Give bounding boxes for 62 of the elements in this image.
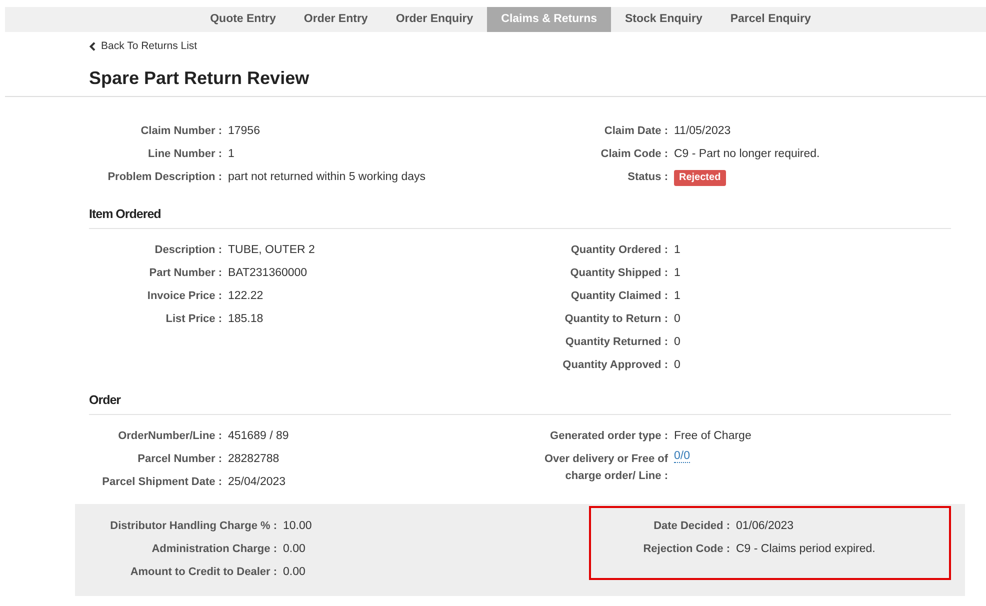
- field-value: C9 - Claims period expired.: [736, 543, 876, 556]
- field-label: Description :: [154, 243, 223, 258]
- field-value: 1: [674, 290, 680, 302]
- field-value: 25/04/2023: [228, 476, 286, 488]
- field-label: Claim Number :: [140, 124, 223, 140]
- field-value: 0.00: [283, 543, 306, 556]
- field-label: Part Number :: [148, 266, 223, 282]
- field-label: Quantity Ordered :: [570, 243, 669, 258]
- field-label: List Price :: [164, 312, 223, 328]
- field-label: Quantity to Return :: [564, 312, 669, 328]
- field-label: Over delivery or Free of charge order/ Line :: [544, 452, 669, 484]
- page-title: Spare Part Return Review: [89, 68, 310, 90]
- section-title: Item Ordered: [89, 201, 951, 230]
- field-label: Date Decided :: [652, 519, 731, 534]
- field-label: Generated order type :: [549, 429, 669, 444]
- value-link[interactable]: 0/0: [674, 450, 690, 464]
- field-label: Quantity Returned :: [564, 335, 669, 350]
- field-value: Free of Charge: [674, 430, 752, 442]
- field-label: Rejection Code :: [642, 542, 731, 558]
- field-value: 122.22: [228, 290, 264, 302]
- nav-tab[interactable]: Parcel Enquiry: [716, 7, 825, 32]
- field-label: Line Number :: [147, 147, 223, 162]
- field-value: part not returned within 5 working days: [228, 171, 426, 184]
- field-label: Claim Date :: [603, 124, 669, 140]
- section-title: Order: [89, 387, 951, 416]
- nav-tab[interactable]: Stock Enquiry: [611, 7, 716, 32]
- nav-tab[interactable]: Order Entry: [290, 7, 382, 32]
- field-label: Parcel Shipment Date :: [101, 475, 223, 490]
- field-value: 1: [674, 244, 680, 256]
- field-value: 0: [674, 359, 680, 372]
- field-label: OrderNumber/Line :: [117, 429, 223, 444]
- field-value: 10.00: [283, 520, 312, 532]
- field-value: 11/05/2023: [674, 125, 731, 138]
- field-value: 28282788: [228, 453, 280, 466]
- field-value: 1: [674, 267, 680, 280]
- field-value: 17956: [228, 125, 260, 138]
- field-value: TUBE, OUTER 2: [228, 244, 315, 256]
- field-value: 1: [228, 148, 234, 160]
- chevron-left-icon: [89, 42, 96, 52]
- field-label: Parcel Number :: [136, 452, 223, 468]
- field-value: C9 - Part no longer required.: [674, 148, 820, 160]
- field-label: Quantity Shipped :: [569, 266, 669, 282]
- field-value: 0: [674, 313, 680, 326]
- nav-tab[interactable]: Order Enquiry: [382, 7, 488, 32]
- field-label: Quantity Approved :: [562, 358, 669, 374]
- field-label: Administration Charge :: [150, 542, 278, 558]
- field-value: 185.18: [228, 313, 264, 326]
- field-value: BAT231360000: [228, 267, 308, 280]
- field-label: Distributor Handling Charge % :: [109, 519, 278, 534]
- status-badge: Rejected: [674, 170, 726, 186]
- field-value: 0: [674, 336, 680, 348]
- field-label: Problem Description :: [106, 170, 223, 186]
- field-value: 01/06/2023: [736, 520, 794, 532]
- nav-tab[interactable]: Quote Entry: [196, 7, 290, 32]
- field-label: Quantity Claimed :: [570, 289, 669, 304]
- field-label: Amount to Credit to Dealer :: [129, 565, 278, 580]
- field-label: Claim Code :: [600, 147, 669, 162]
- field-label: Invoice Price :: [146, 289, 223, 304]
- field-value: 0.00: [283, 566, 306, 578]
- field-value: 451689 / 89: [228, 430, 289, 442]
- field-label: Status :: [626, 170, 669, 186]
- back-link[interactable]: Back To Returns List: [89, 39, 198, 55]
